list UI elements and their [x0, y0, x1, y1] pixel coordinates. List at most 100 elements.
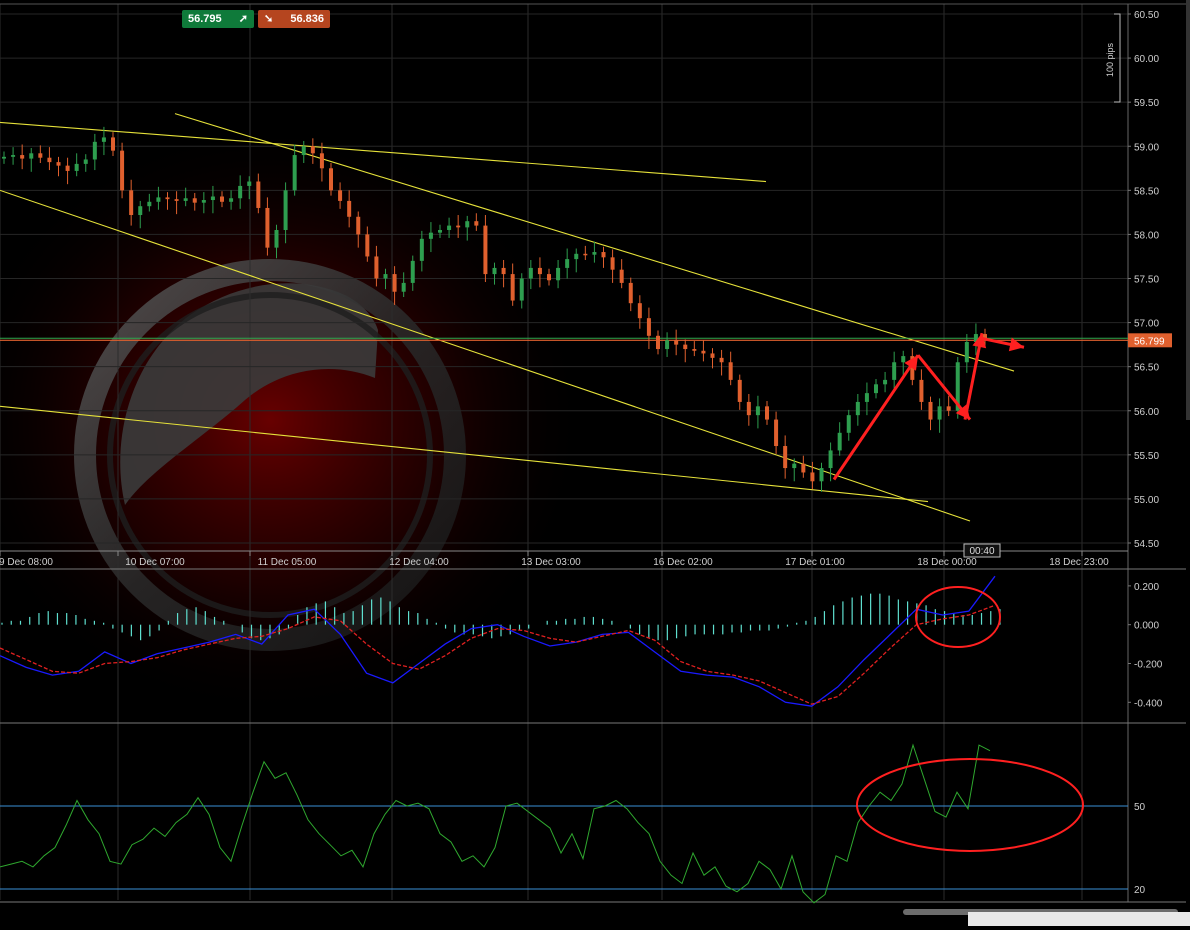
- candle-body: [537, 267, 542, 275]
- pips-scale-label: 100 pips: [1105, 42, 1115, 77]
- candle-body: [855, 401, 860, 416]
- price-tick-label: 58.00: [1134, 230, 1159, 241]
- ask-price-badge[interactable]: ➘ 56.836: [258, 10, 330, 28]
- candle-body: [964, 341, 969, 363]
- candle-body: [38, 153, 43, 158]
- price-tick-label: 54.50: [1134, 539, 1159, 550]
- candle-body: [919, 379, 924, 402]
- candle-body: [510, 274, 515, 301]
- bid-price-badge[interactable]: 56.795 ➚: [182, 10, 254, 28]
- candle-body: [156, 197, 161, 202]
- candle-body: [519, 278, 524, 301]
- rsi-tick-label: 50: [1134, 802, 1146, 813]
- candle-body: [229, 198, 234, 202]
- chart-root: 60.50 60.00 59.50 59.00 58.50 58.00 57.50 57.00…: [0, 0, 1190, 926]
- candle-body: [465, 221, 470, 228]
- candle-body: [601, 252, 606, 258]
- time-tick-label: 11 Dec 05:00: [258, 557, 317, 568]
- candle-body: [283, 190, 288, 231]
- arrow-up-icon: ➚: [238, 13, 248, 25]
- candle-body: [928, 401, 933, 420]
- candle-body: [592, 252, 597, 255]
- candle-body: [528, 267, 533, 279]
- price-tick-label: 59.00: [1134, 142, 1159, 153]
- bid-price: 56.795: [188, 13, 222, 25]
- candle-body: [29, 153, 34, 159]
- candle-body: [20, 155, 25, 159]
- vertical-scrollbar[interactable]: [1186, 0, 1190, 420]
- candle-body: [937, 406, 942, 420]
- candle-body: [138, 206, 143, 216]
- macd-tick-label: -0.200: [1134, 659, 1163, 670]
- price-tick-label: 57.50: [1134, 275, 1159, 286]
- candle-body: [892, 362, 897, 380]
- candle-body: [329, 168, 333, 191]
- candle-body: [419, 238, 424, 261]
- candle-body: [474, 221, 479, 226]
- candle-body: [492, 267, 497, 275]
- candle-body: [165, 197, 170, 200]
- rsi-tick-label: 20: [1134, 885, 1146, 896]
- candle-body: [819, 468, 824, 482]
- candle-body: [746, 401, 751, 416]
- price-tick-label: 60.50: [1134, 10, 1159, 21]
- candle-body: [174, 199, 179, 201]
- candle-body: [438, 230, 442, 233]
- candle-body: [74, 163, 79, 171]
- candle-body: [356, 216, 361, 235]
- bottom-toolbar[interactable]: [968, 912, 1190, 926]
- countdown-label: 00:40: [969, 546, 994, 557]
- candle-body: [292, 155, 297, 191]
- current-price-label: 56.799: [1134, 336, 1165, 347]
- candle-body: [483, 225, 488, 275]
- candle-body: [238, 185, 243, 199]
- time-tick-label: 17 Dec 01:00: [785, 557, 845, 568]
- candle-body: [319, 153, 324, 169]
- candle-body: [792, 463, 797, 469]
- candle-body: [610, 257, 615, 270]
- candle-body: [347, 200, 352, 217]
- candle-body: [120, 150, 125, 191]
- candle-body: [574, 253, 579, 260]
- candle-body: [755, 406, 760, 416]
- candle-body: [774, 419, 779, 447]
- candle-body: [665, 340, 670, 350]
- time-tick-label: 18 Dec 00:00: [917, 557, 977, 568]
- candle-body: [265, 207, 270, 248]
- candle-body: [374, 256, 379, 279]
- candle-body: [147, 201, 152, 207]
- candle-body: [2, 156, 6, 159]
- candle-body: [310, 146, 315, 154]
- candle-body: [92, 141, 97, 160]
- candle-body: [47, 157, 52, 163]
- macd-tick-label: 0.000: [1134, 621, 1159, 632]
- candle-body: [338, 190, 343, 201]
- candle-body: [801, 463, 806, 473]
- candle-body: [837, 432, 842, 451]
- candle-body: [256, 181, 261, 208]
- candle-body: [737, 379, 742, 402]
- candle-body: [547, 274, 551, 281]
- candle-body: [220, 196, 224, 202]
- candle-body: [247, 181, 252, 186]
- candle-body: [846, 415, 851, 433]
- candle-body: [864, 393, 869, 402]
- candle-body: [274, 230, 279, 248]
- chart-svg[interactable]: 60.50 60.00 59.50 59.00 58.50 58.00 57.50 57.00…: [0, 0, 1190, 926]
- time-tick-label: 16 Dec 02:00: [653, 557, 713, 568]
- time-tick-label: 10 Dec 07:00: [125, 557, 185, 568]
- candle-body: [392, 274, 397, 292]
- candle-body: [883, 379, 888, 385]
- candle-body: [583, 253, 588, 256]
- candle-body: [383, 274, 388, 279]
- candle-body: [192, 198, 197, 203]
- price-tick-label: 58.50: [1134, 186, 1159, 197]
- candle-body: [101, 137, 106, 142]
- price-tick-label: 55.50: [1134, 451, 1159, 462]
- candle-body: [701, 350, 706, 354]
- candle-body: [83, 159, 88, 164]
- candle-body: [111, 137, 115, 151]
- candle-body: [901, 356, 906, 363]
- candle-body: [56, 162, 61, 166]
- candle-body: [129, 190, 134, 216]
